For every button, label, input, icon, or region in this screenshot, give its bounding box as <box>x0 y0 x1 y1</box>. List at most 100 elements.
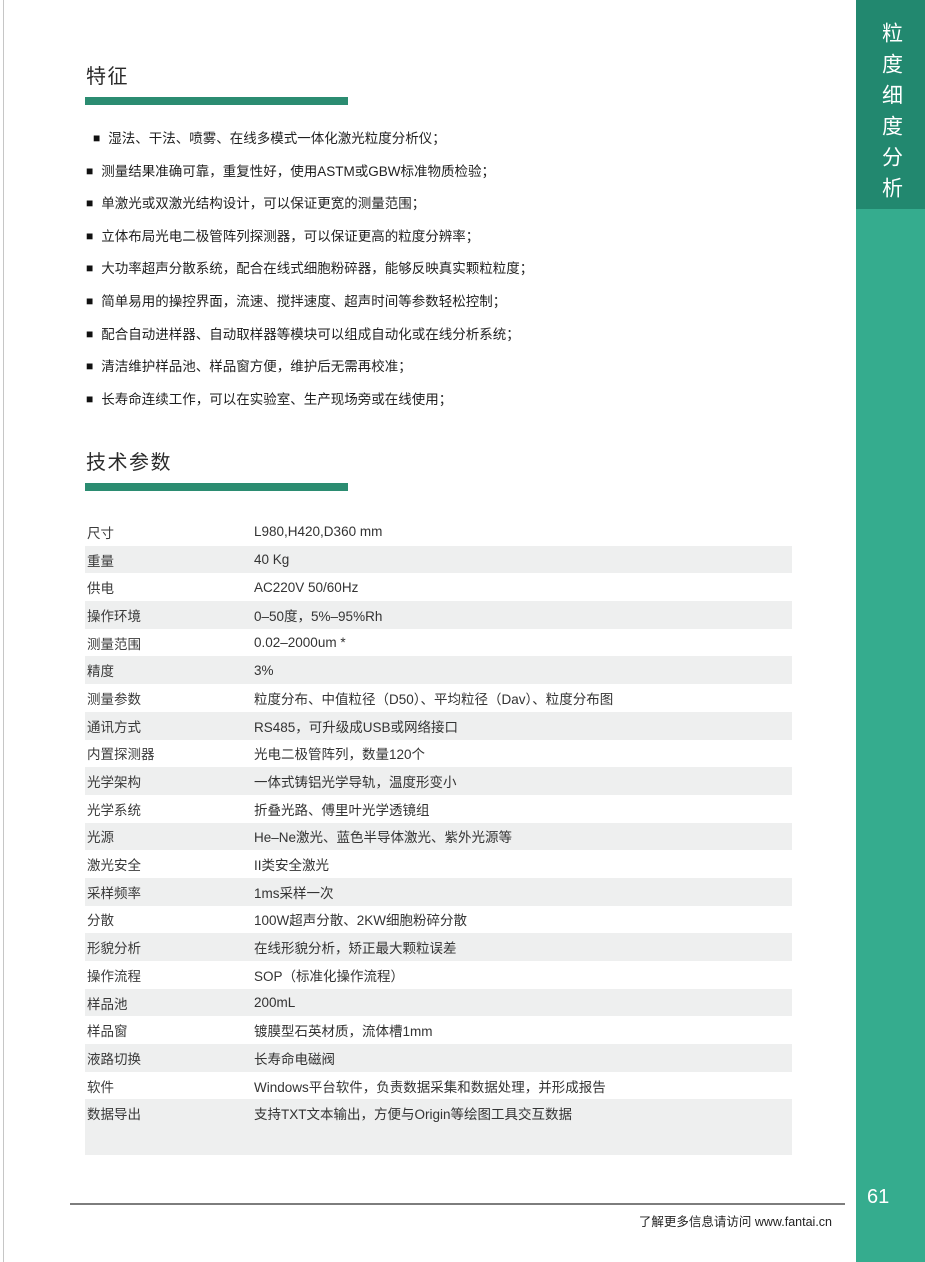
spec-row: 通讯方式 RS485，可升级成USB或网络接口 <box>85 712 792 740</box>
spec-row: 样品窗 镀膜型石英材质，流体槽1mm <box>85 1016 792 1044</box>
spec-value: 支持TXT文本输出，方便与Origin等绘图工具交互数据 <box>254 1099 792 1127</box>
bullet-square-icon: ■ <box>93 131 100 146</box>
feature-item: ■ 立体布局光电二极管阵列探测器，可以保证更高的粒度分辨率； <box>86 229 786 262</box>
feature-text: 测量结果准确可靠，重复性好，使用ASTM或GBW标准物质检验； <box>101 164 495 179</box>
features-accent-bar <box>85 97 348 105</box>
spec-spacer-row <box>85 1127 792 1155</box>
spec-row: 分散 100W超声分散、2KW细胞粉碎分散 <box>85 906 792 934</box>
feature-text: 清洁维护样品池、样品窗方便，维护后无需再校准； <box>101 359 412 374</box>
spec-row: 光学架构 一体式铸铝光学导轨，温度形变小 <box>85 767 792 795</box>
spec-row: 内置探测器 光电二极管阵列，数量120个 <box>85 740 792 768</box>
feature-item: ■ 大功率超声分散系统，配合在线式细胞粉碎器，能够反映真实颗粒粒度； <box>86 261 786 294</box>
datasheet-page: 特征 ■ 湿法、干法、喷雾、在线多模式一体化激光粒度分析仪； ■ 测量结果准确可… <box>0 0 925 1262</box>
spec-row: 精度 3% <box>85 656 792 684</box>
spec-label: 光学系统 <box>85 795 254 823</box>
spec-label: 操作环境 <box>85 601 254 629</box>
spec-label: 光源 <box>85 823 254 851</box>
spec-label: 尺寸 <box>85 518 254 546</box>
sidebar-vertical-title: 粒度细度分析 <box>876 22 906 208</box>
spec-row: 形貌分析 在线形貌分析，矫正最大颗粒误差 <box>85 933 792 961</box>
spec-value: 0–50度，5%–95%Rh <box>254 601 792 629</box>
feature-text: 立体布局光电二极管阵列探测器，可以保证更高的粒度分辨率； <box>101 229 479 244</box>
spec-value: L980,H420,D360 mm <box>254 518 792 546</box>
spec-row: 测量参数 粒度分布、中值粒径（D50）、平均粒径（Dav）、粒度分布图 <box>85 684 792 712</box>
feature-text: 单激光或双激光结构设计，可以保证更宽的测量范围； <box>101 196 425 211</box>
features-section-title: 特征 <box>86 60 129 89</box>
category-sidebar: 粒度细度分析 61 <box>856 0 925 1262</box>
spec-value: 200mL <box>254 989 792 1017</box>
spec-value: Windows平台软件，负责数据采集和数据处理，并形成报告 <box>254 1072 792 1100</box>
bullet-square-icon: ■ <box>86 294 93 309</box>
spec-label: 软件 <box>85 1072 254 1100</box>
spec-label: 样品池 <box>85 989 254 1017</box>
spec-label: 重量 <box>85 546 254 574</box>
spec-value: II类安全激光 <box>254 850 792 878</box>
spec-value: 镀膜型石英材质，流体槽1mm <box>254 1016 792 1044</box>
feature-item: ■ 配合自动进样器、自动取样器等模块可以组成自动化或在线分析系统； <box>86 327 786 360</box>
feature-text: 大功率超声分散系统，配合在线式细胞粉碎器，能够反映真实颗粒粒度； <box>101 261 533 276</box>
spec-value: SOP（标准化操作流程） <box>254 961 792 989</box>
spec-value: RS485，可升级成USB或网络接口 <box>254 712 792 740</box>
feature-item: ■ 测量结果准确可靠，重复性好，使用ASTM或GBW标准物质检验； <box>86 164 786 197</box>
spec-label: 精度 <box>85 656 254 684</box>
spec-label: 测量参数 <box>85 684 254 712</box>
spec-row: 样品池 200mL <box>85 989 792 1017</box>
spec-label: 采样频率 <box>85 878 254 906</box>
spec-row: 供电 AC220V 50/60Hz <box>85 573 792 601</box>
spec-value: He–Ne激光、蓝色半导体激光、紫外光源等 <box>254 823 792 851</box>
bullet-square-icon: ■ <box>86 327 93 342</box>
spec-value: 光电二极管阵列，数量120个 <box>254 740 792 768</box>
spec-label: 通讯方式 <box>85 712 254 740</box>
spec-row: 软件 Windows平台软件，负责数据采集和数据处理，并形成报告 <box>85 1072 792 1100</box>
spec-row: 数据导出 支持TXT文本输出，方便与Origin等绘图工具交互数据 <box>85 1099 792 1127</box>
spec-row: 重量 40 Kg <box>85 546 792 574</box>
spec-value: 40 Kg <box>254 546 792 574</box>
spec-label: 形貌分析 <box>85 933 254 961</box>
spec-row: 光学系统 折叠光路、傅里叶光学透镜组 <box>85 795 792 823</box>
spec-value: AC220V 50/60Hz <box>254 573 792 601</box>
bullet-square-icon: ■ <box>86 196 93 211</box>
footer-divider-line <box>70 1203 845 1205</box>
spec-label: 光学架构 <box>85 767 254 795</box>
spec-value: 0.02–2000um * <box>254 629 792 657</box>
bullet-square-icon: ■ <box>86 164 93 179</box>
feature-item: ■ 单激光或双激光结构设计，可以保证更宽的测量范围； <box>86 196 786 229</box>
feature-item: ■ 简单易用的操控界面，流速、搅拌速度、超声时间等参数轻松控制； <box>86 294 786 327</box>
spec-value: 100W超声分散、2KW细胞粉碎分散 <box>254 906 792 934</box>
spec-label: 数据导出 <box>85 1099 254 1127</box>
spec-value: 1ms采样一次 <box>254 878 792 906</box>
spec-row: 采样频率 1ms采样一次 <box>85 878 792 906</box>
specs-accent-bar <box>85 483 348 491</box>
feature-item: ■ 长寿命连续工作，可以在实验室、生产现场旁或在线使用； <box>86 392 786 425</box>
bullet-square-icon: ■ <box>86 392 93 407</box>
spec-row: 操作流程 SOP（标准化操作流程） <box>85 961 792 989</box>
spec-label: 分散 <box>85 906 254 934</box>
spec-row: 液路切换 长寿命电磁阀 <box>85 1044 792 1072</box>
specs-section-title: 技术参数 <box>86 446 172 475</box>
spec-label: 供电 <box>85 573 254 601</box>
spec-label: 液路切换 <box>85 1044 254 1072</box>
page-number: 61 <box>867 1186 889 1209</box>
spec-value: 折叠光路、傅里叶光学透镜组 <box>254 795 792 823</box>
spec-row: 激光安全 II类安全激光 <box>85 850 792 878</box>
spec-row: 测量范围 0.02–2000um * <box>85 629 792 657</box>
spec-value: 3% <box>254 656 792 684</box>
spec-label: 操作流程 <box>85 961 254 989</box>
spec-label: 内置探测器 <box>85 740 254 768</box>
spec-value: 粒度分布、中值粒径（D50）、平均粒径（Dav）、粒度分布图 <box>254 684 792 712</box>
spec-spacer-cell <box>85 1127 792 1155</box>
spec-row: 光源 He–Ne激光、蓝色半导体激光、紫外光源等 <box>85 823 792 851</box>
page-edge-line <box>3 0 4 1262</box>
specs-table: 尺寸 L980,H420,D360 mm 重量 40 Kg 供电 AC220V … <box>85 518 792 1155</box>
spec-label: 激光安全 <box>85 850 254 878</box>
bullet-square-icon: ■ <box>86 261 93 276</box>
bullet-square-icon: ■ <box>86 359 93 374</box>
spec-row: 尺寸 L980,H420,D360 mm <box>85 518 792 546</box>
spec-value: 长寿命电磁阀 <box>254 1044 792 1072</box>
spec-value: 在线形貌分析，矫正最大颗粒误差 <box>254 933 792 961</box>
spec-label: 测量范围 <box>85 629 254 657</box>
feature-list: ■ 湿法、干法、喷雾、在线多模式一体化激光粒度分析仪； ■ 测量结果准确可靠，重… <box>86 131 786 424</box>
spec-row: 操作环境 0–50度，5%–95%Rh <box>85 601 792 629</box>
feature-text: 简单易用的操控界面，流速、搅拌速度、超声时间等参数轻松控制； <box>101 294 506 309</box>
feature-text: 长寿命连续工作，可以在实验室、生产现场旁或在线使用； <box>101 392 452 407</box>
